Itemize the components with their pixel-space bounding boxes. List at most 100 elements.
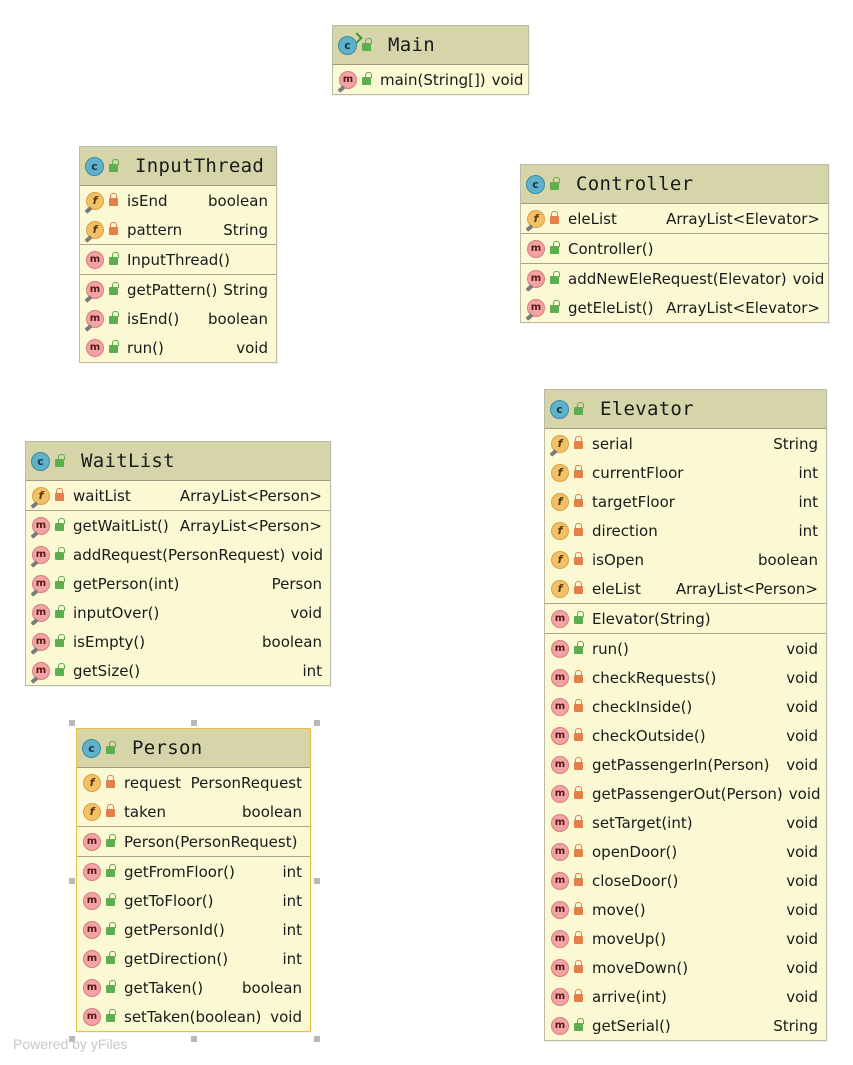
field-row[interactable]: f eleList ArrayList<Person>: [545, 574, 826, 603]
resize-handle[interactable]: [191, 1036, 197, 1042]
method-type: void: [786, 987, 818, 1006]
field-row[interactable]: f waitList ArrayList<Person>: [26, 481, 330, 510]
method-row[interactable]: m getToFloor() int: [77, 886, 310, 915]
method-row[interactable]: m isEnd() boolean: [80, 304, 276, 333]
method-row[interactable]: m moveUp() void: [545, 924, 826, 953]
method-row[interactable]: m getSize() int: [26, 656, 330, 685]
method-type: void: [786, 668, 818, 687]
field-row[interactable]: f pattern String: [80, 215, 276, 244]
class-input-thread[interactable]: c InputThread f isEnd boolean f pattern …: [79, 146, 277, 363]
method-row[interactable]: m main(String[]) void: [333, 65, 528, 94]
class-person[interactable]: c Person f request PersonRequest f taken…: [76, 728, 311, 1032]
method-row[interactable]: m move() void: [545, 895, 826, 924]
method-row[interactable]: m checkInside() void: [545, 692, 826, 721]
constructor-row[interactable]: m InputThread(): [80, 245, 276, 274]
method-row[interactable]: m inputOver() void: [26, 598, 330, 627]
method-name: move(): [592, 900, 646, 919]
method-row[interactable]: m checkRequests() void: [545, 663, 826, 692]
class-elevator[interactable]: c Elevator f serial String f currentFloo…: [544, 389, 827, 1041]
field-icon: f: [551, 550, 569, 569]
method-row[interactable]: m moveDown() void: [545, 953, 826, 982]
methods-section: m getFromFloor() int m getToFloor() int …: [77, 857, 310, 1031]
method-type: boolean: [242, 978, 302, 997]
private-icon: [574, 873, 583, 886]
field-row[interactable]: f isOpen boolean: [545, 545, 826, 574]
public-icon: [55, 576, 65, 589]
resize-handle[interactable]: [191, 720, 197, 726]
method-name: getWaitList(): [73, 516, 169, 535]
method-row[interactable]: m getTaken() boolean: [77, 973, 310, 1002]
private-icon: [55, 488, 64, 501]
method-name: getEleList(): [568, 298, 654, 317]
method-row[interactable]: m setTarget(int) void: [545, 808, 826, 837]
class-header: c InputThread: [80, 147, 276, 186]
method-row[interactable]: m addNewEleRequest(Elevator) void: [521, 264, 828, 293]
public-icon: [574, 401, 584, 415]
field-row[interactable]: f direction int: [545, 516, 826, 545]
field-row[interactable]: f eleList ArrayList<Elevator>: [521, 204, 828, 233]
method-row[interactable]: m arrive(int) void: [545, 982, 826, 1011]
methods-section: m getPattern() String m isEnd() boolean …: [80, 275, 276, 362]
method-icon: m: [83, 1007, 101, 1026]
resize-handle[interactable]: [314, 720, 320, 726]
constructor-row[interactable]: m Person(PersonRequest): [77, 827, 310, 856]
method-row[interactable]: m getFromFloor() int: [77, 857, 310, 886]
method-row[interactable]: m getSerial() String: [545, 1011, 826, 1040]
field-row[interactable]: f isEnd boolean: [80, 186, 276, 215]
method-row[interactable]: m getPerson(int) Person: [26, 569, 330, 598]
field-row[interactable]: f currentFloor int: [545, 458, 826, 487]
method-type: void: [491, 70, 524, 89]
method-row[interactable]: m getWaitList() ArrayList<Person>: [26, 511, 330, 540]
class-wait-list[interactable]: c WaitList f waitList ArrayList<Person> …: [25, 441, 331, 686]
fields-section: f request PersonRequest f taken boolean: [77, 768, 310, 827]
method-type: void: [786, 929, 818, 948]
private-icon: [574, 902, 583, 915]
method-row[interactable]: m getEleList() ArrayList<Elevator>: [521, 293, 828, 322]
field-type: int: [798, 492, 818, 511]
private-icon: [109, 222, 118, 235]
method-row[interactable]: m getDirection() int: [77, 944, 310, 973]
class-controller[interactable]: c Controller f eleList ArrayList<Elevato…: [520, 164, 829, 323]
constructors-section: m Controller(): [521, 234, 828, 264]
method-row[interactable]: m closeDoor() void: [545, 866, 826, 895]
class-icon: c: [85, 156, 104, 176]
private-icon: [106, 804, 115, 817]
method-name: checkOutside(): [592, 726, 706, 745]
public-icon: [550, 300, 560, 313]
method-name: closeDoor(): [592, 871, 679, 890]
method-row[interactable]: m getPassengerOut(Person) void: [545, 779, 826, 808]
method-row[interactable]: m isEmpty() boolean: [26, 627, 330, 656]
constructor-row[interactable]: m Elevator(String): [545, 604, 826, 633]
class-main[interactable]: c Main m main(String[]) void: [332, 25, 529, 95]
method-row[interactable]: m addRequest(PersonRequest) void: [26, 540, 330, 569]
field-row[interactable]: f taken boolean: [77, 797, 310, 826]
method-row[interactable]: m getPattern() String: [80, 275, 276, 304]
private-icon: [574, 670, 583, 683]
method-row[interactable]: m run() void: [545, 634, 826, 663]
method-name: openDoor(): [592, 842, 678, 861]
resize-handle[interactable]: [69, 720, 75, 726]
private-icon: [574, 757, 583, 770]
constructors-section: m InputThread(): [80, 245, 276, 275]
field-row[interactable]: f targetFloor int: [545, 487, 826, 516]
constructors-section: m Elevator(String): [545, 604, 826, 634]
method-row[interactable]: m checkOutside() void: [545, 721, 826, 750]
method-row[interactable]: m openDoor() void: [545, 837, 826, 866]
constructors-section: m Person(PersonRequest): [77, 827, 310, 857]
resize-handle[interactable]: [314, 1036, 320, 1042]
method-row[interactable]: m setTaken(boolean) void: [77, 1002, 310, 1031]
constructor-row[interactable]: m Controller(): [521, 234, 828, 263]
method-row[interactable]: m getPersonId() int: [77, 915, 310, 944]
method-name: isEnd(): [127, 309, 180, 328]
public-icon: [109, 340, 119, 353]
method-type: ArrayList<Person>: [179, 516, 322, 535]
resize-handle[interactable]: [314, 878, 320, 884]
method-name: run(): [127, 338, 164, 357]
method-row[interactable]: m run() void: [80, 333, 276, 362]
method-row[interactable]: m getPassengerIn(Person) void: [545, 750, 826, 779]
method-name: getSize(): [73, 661, 141, 680]
resize-handle[interactable]: [69, 878, 75, 884]
field-row[interactable]: f serial String: [545, 429, 826, 458]
public-icon: [109, 158, 119, 172]
field-row[interactable]: f request PersonRequest: [77, 768, 310, 797]
